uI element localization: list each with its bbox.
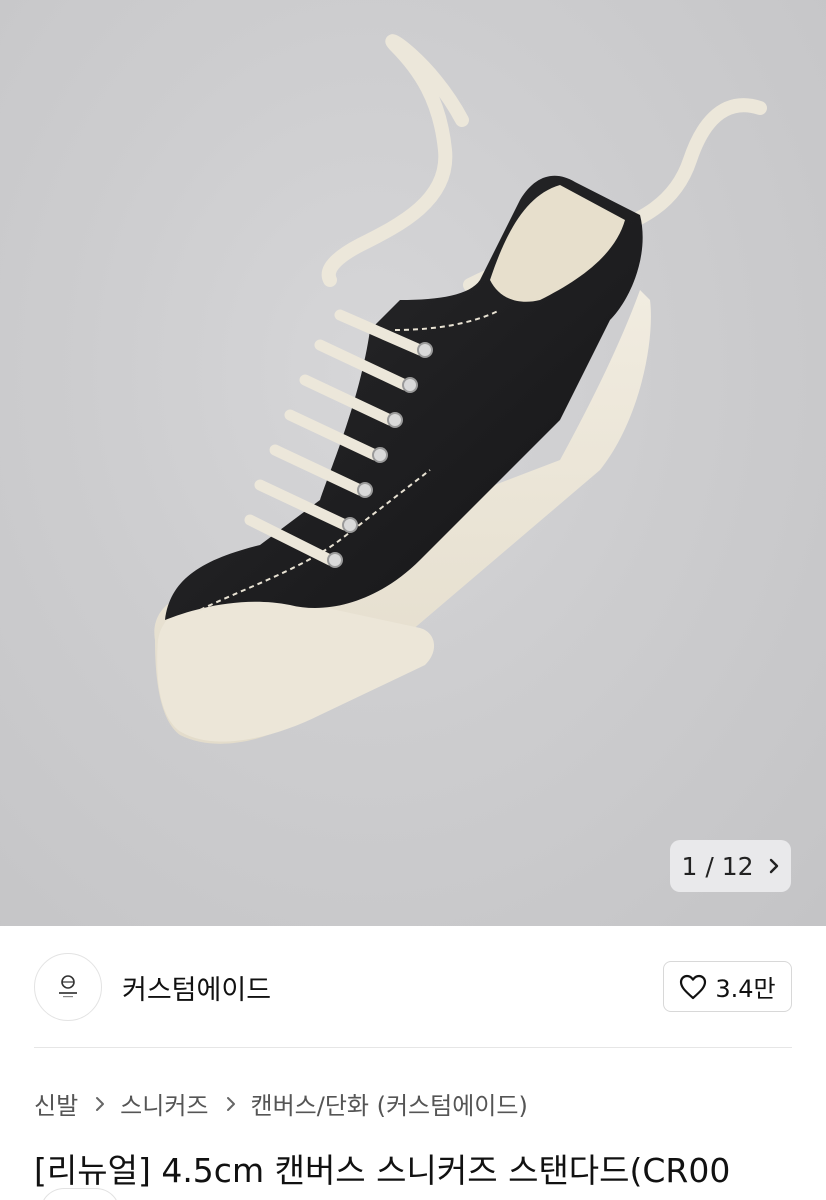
divider bbox=[34, 1047, 792, 1048]
chevron-right-icon[interactable] bbox=[768, 857, 780, 875]
image-counter[interactable]: 1 / 12 bbox=[670, 840, 791, 892]
brand-row: 커스텀에이드 3.4만 bbox=[0, 926, 826, 1048]
brand-logo-mark-icon bbox=[59, 975, 77, 998]
like-button[interactable]: 3.4만 bbox=[663, 961, 792, 1012]
chevron-right-icon bbox=[226, 1096, 235, 1111]
breadcrumb-item-shoes[interactable]: 신발 bbox=[34, 1086, 78, 1121]
product-image-gallery[interactable]: 1 / 12 bbox=[0, 0, 826, 926]
canvas-sneaker-image bbox=[154, 34, 767, 744]
brand-name[interactable]: 커스텀에이드 bbox=[122, 968, 271, 1007]
product-title: [리뉴얼] 4.5cm 캔버스 스니커즈 스탠다드(CR00 bbox=[34, 1151, 731, 1190]
brand-logo-icon[interactable] bbox=[34, 953, 102, 1021]
breadcrumb: 신발 스니커즈 캔버스/단화 (커스텀에이드) bbox=[34, 1086, 528, 1121]
heart-outline-icon bbox=[680, 974, 707, 999]
chevron-right-icon bbox=[96, 1096, 105, 1111]
image-counter-text: 1 / 12 bbox=[681, 851, 754, 881]
like-count: 3.4만 bbox=[715, 975, 776, 1003]
breadcrumb-item-canvas[interactable]: 캔버스/단화 (커스텀에이드) bbox=[251, 1086, 528, 1121]
breadcrumb-item-sneakers[interactable]: 스니커즈 bbox=[120, 1086, 208, 1121]
